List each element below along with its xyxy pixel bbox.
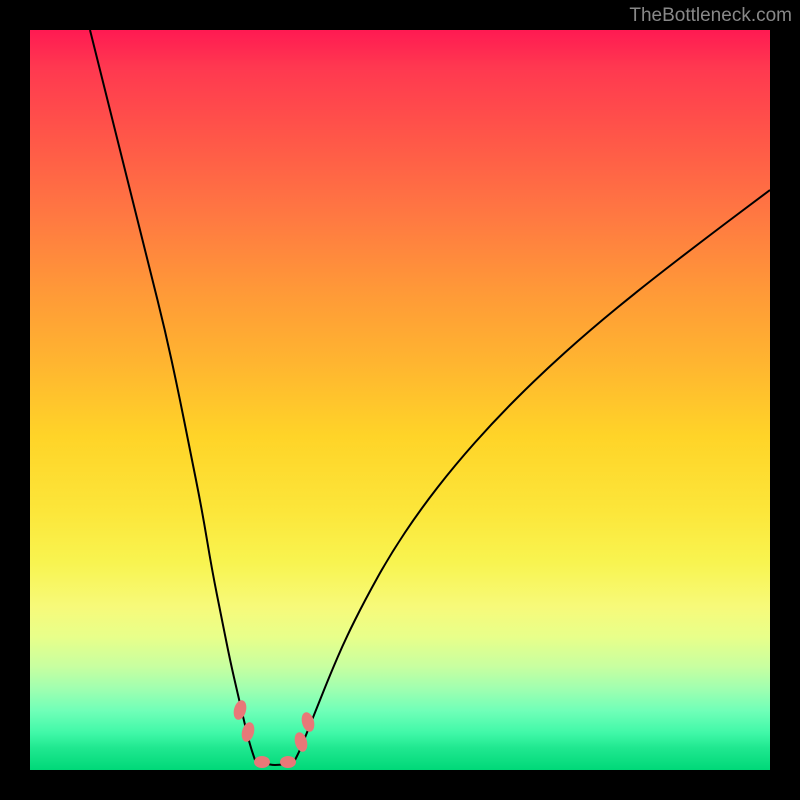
marker-3 bbox=[280, 756, 296, 768]
watermark: TheBottleneck.com bbox=[629, 5, 792, 27]
curve-right-curve bbox=[295, 190, 770, 760]
chart-plot-area bbox=[30, 30, 770, 770]
curve-left-curve bbox=[90, 30, 255, 760]
marker-2 bbox=[254, 756, 270, 768]
curve-group bbox=[90, 30, 770, 765]
curve-svg bbox=[30, 30, 770, 770]
marker-0 bbox=[232, 699, 249, 721]
marker-1 bbox=[240, 721, 257, 743]
marker-group bbox=[232, 699, 317, 768]
